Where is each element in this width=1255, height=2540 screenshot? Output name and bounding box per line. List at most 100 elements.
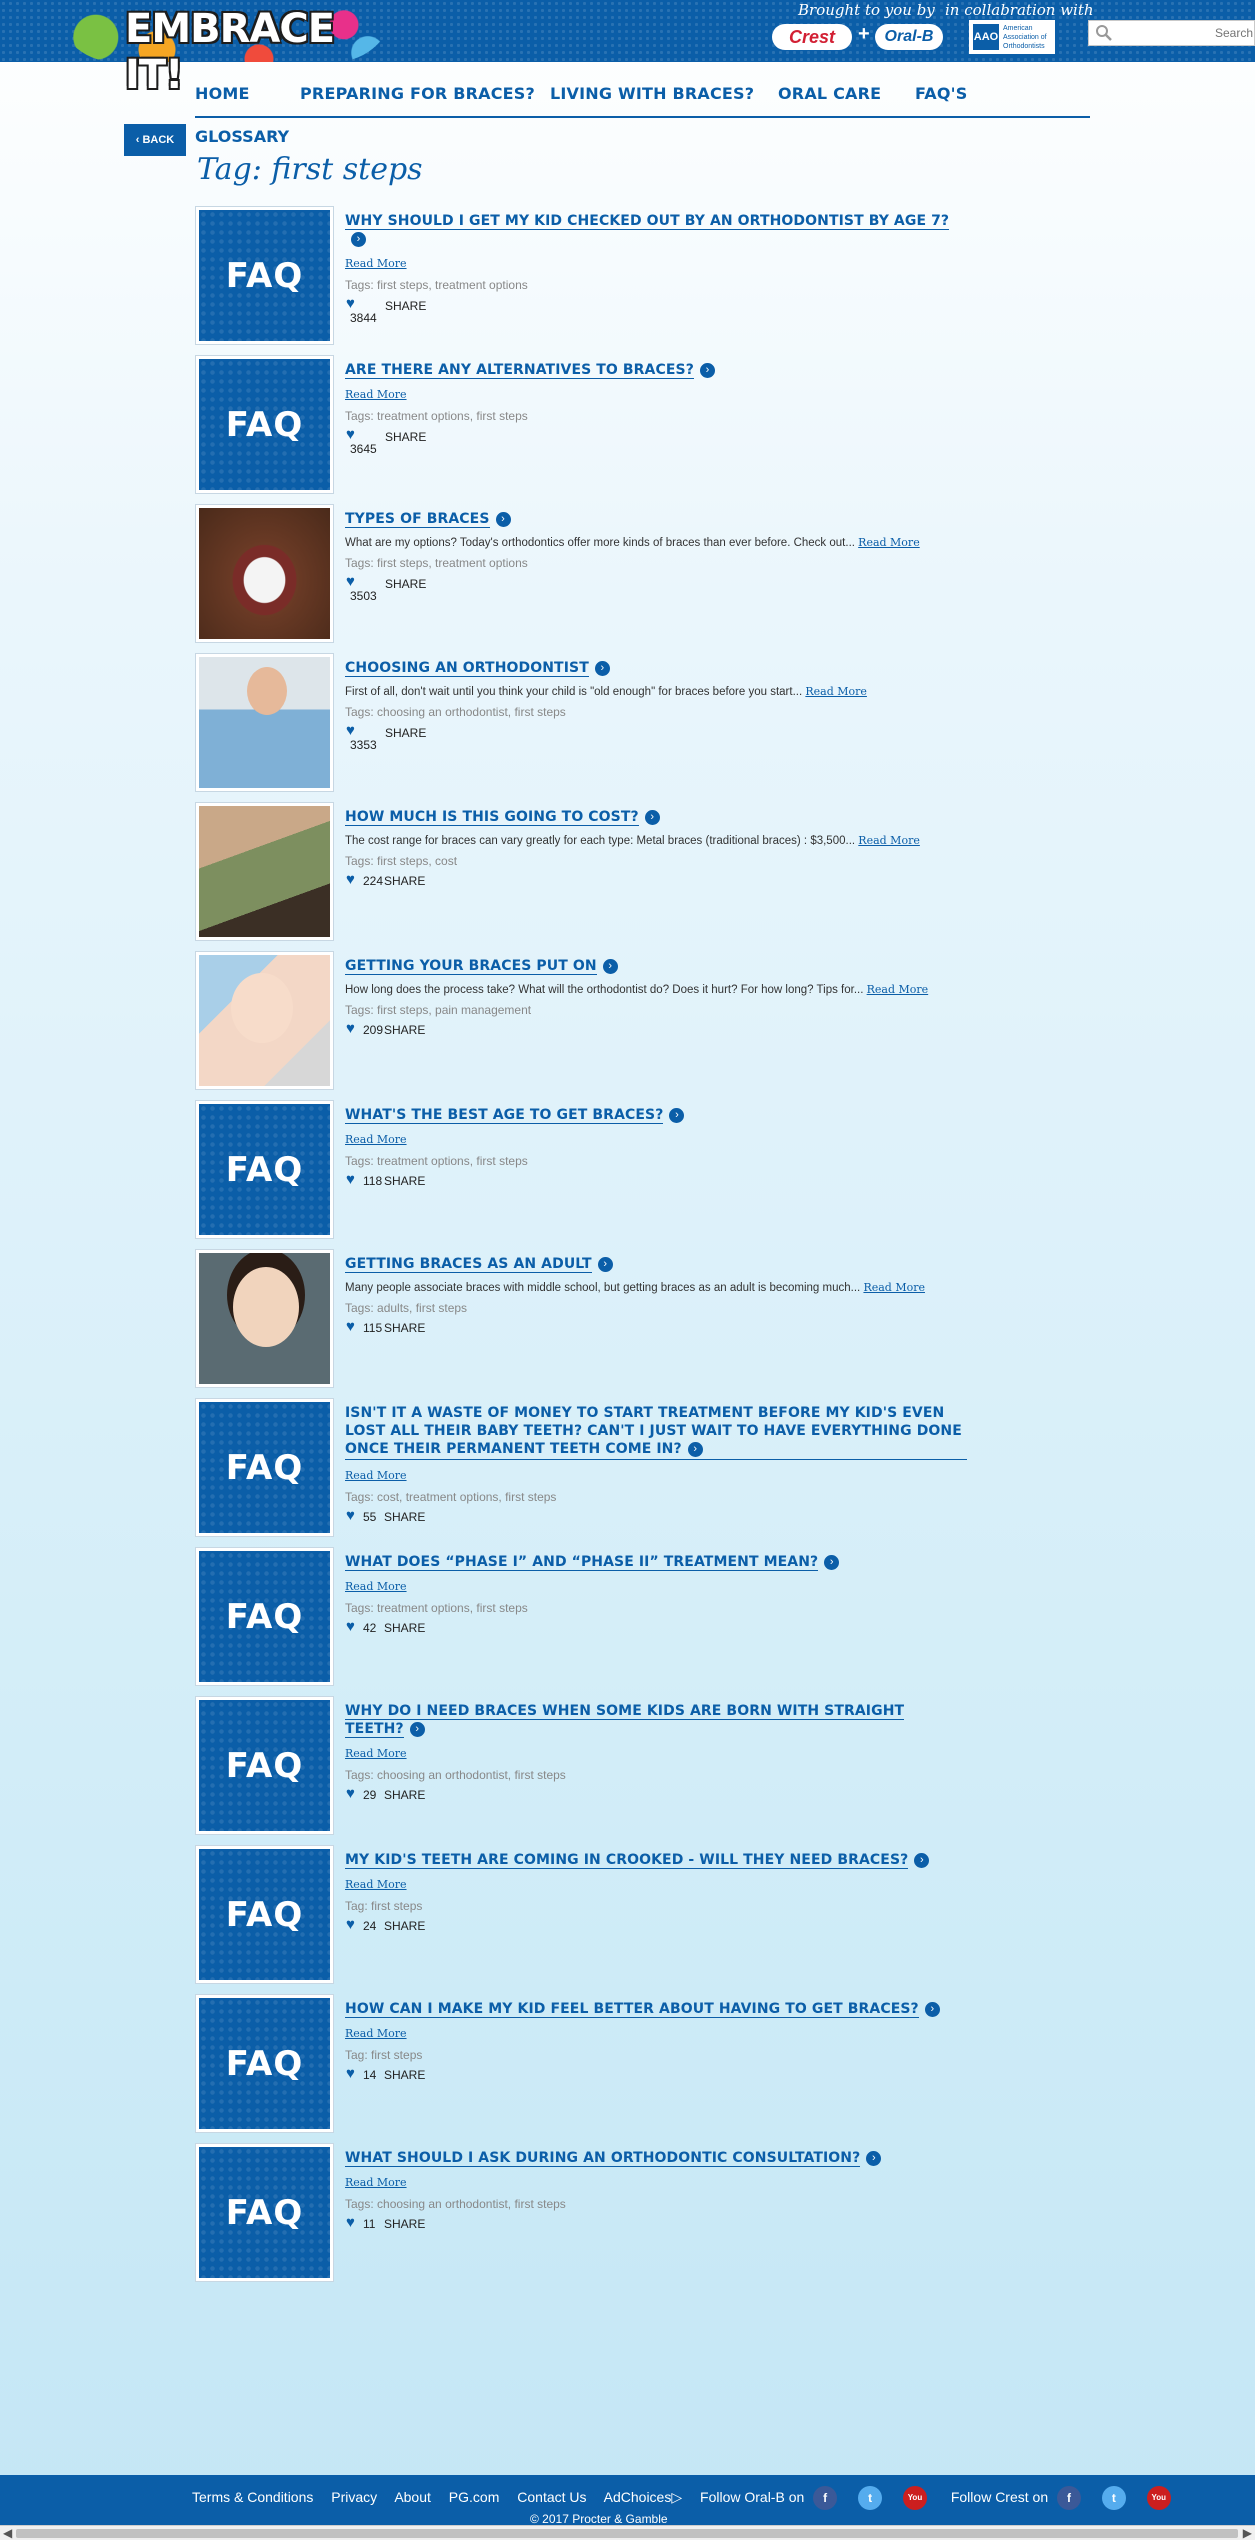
arrow-right-icon[interactable]: › <box>699 363 715 378</box>
arrow-right-icon[interactable]: › <box>597 1257 613 1272</box>
nav-living[interactable]: LIVING WITH BRACES? <box>550 84 754 103</box>
arrow-right-icon[interactable]: › <box>866 2151 882 2166</box>
item-thumbnail[interactable]: FAQ <box>195 1845 334 1984</box>
arrow-right-icon[interactable]: › <box>594 661 610 676</box>
item-title-link[interactable]: GETTING YOUR BRACES PUT ON <box>345 958 597 975</box>
item-title-link[interactable]: ARE THERE ANY ALTERNATIVES TO BRACES? <box>345 362 694 379</box>
footer-about-link[interactable]: About <box>394 2489 431 2505</box>
item-title-link[interactable]: WHAT SHOULD I ASK DURING AN ORTHODONTIC … <box>345 2150 861 2167</box>
heart-icon[interactable]: ♥ <box>346 723 355 738</box>
item-thumbnail[interactable] <box>195 802 334 941</box>
crest-twitter-icon[interactable]: t <box>1101 2486 1126 2510</box>
footer-adchoices-link[interactable]: AdChoices▷ <box>604 2489 682 2505</box>
heart-icon[interactable]: ♥ <box>346 574 355 589</box>
share-button[interactable]: SHARE <box>384 1788 425 1802</box>
arrow-right-icon[interactable]: › <box>687 1442 703 1457</box>
read-more-link[interactable]: Read More <box>345 257 407 270</box>
heart-icon[interactable]: ♥ <box>346 2215 355 2230</box>
read-more-link[interactable]: Read More <box>805 685 867 698</box>
crest-facebook-icon[interactable]: f <box>1057 2486 1081 2510</box>
share-button[interactable]: SHARE <box>385 726 426 740</box>
crest-youtube-icon[interactable]: You <box>1146 2486 1171 2510</box>
back-button[interactable]: ‹ BACK <box>124 124 186 156</box>
item-thumbnail[interactable]: FAQ <box>195 2143 334 2282</box>
heart-icon[interactable]: ♥ <box>346 1786 355 1801</box>
heart-icon[interactable]: ♥ <box>346 1319 355 1334</box>
oralb-facebook-icon[interactable]: f <box>813 2486 838 2510</box>
item-thumbnail[interactable] <box>195 1249 334 1388</box>
read-more-link[interactable]: Read More <box>345 2027 407 2040</box>
item-title-link[interactable]: WHAT'S THE BEST AGE TO GET BRACES? <box>345 1107 664 1124</box>
arrow-right-icon[interactable]: › <box>602 959 618 974</box>
item-thumbnail[interactable] <box>195 504 334 643</box>
item-title-link[interactable]: HOW CAN I MAKE MY KID FEEL BETTER ABOUT … <box>345 2001 919 2018</box>
read-more-link[interactable]: Read More <box>345 2176 407 2189</box>
oralb-youtube-icon[interactable]: You <box>902 2486 927 2510</box>
read-more-link[interactable]: Read More <box>345 1469 407 1482</box>
item-thumbnail[interactable]: FAQ <box>195 206 334 345</box>
share-button[interactable]: SHARE <box>384 874 425 888</box>
nav-home[interactable]: HOME <box>195 84 250 103</box>
footer-pg-link[interactable]: PG.com <box>449 2489 500 2505</box>
share-button[interactable]: SHARE <box>384 2217 425 2231</box>
share-button[interactable]: SHARE <box>384 1919 425 1933</box>
oralb-logo[interactable]: Oral-B <box>875 24 943 50</box>
nav-oral-care[interactable]: ORAL CARE <box>778 84 881 103</box>
scrollbar-thumb[interactable] <box>16 2529 1238 2538</box>
scroll-left-icon[interactable]: ◀ <box>3 2526 12 2540</box>
share-button[interactable]: SHARE <box>385 299 426 313</box>
share-button[interactable]: SHARE <box>385 430 426 444</box>
aao-logo[interactable]: AAO American Association of Orthodontist… <box>969 20 1055 54</box>
nav-faqs[interactable]: FAQ'S <box>915 84 968 103</box>
item-title-link[interactable]: WHAT DOES “PHASE I” AND “PHASE II” TREAT… <box>345 1554 819 1571</box>
heart-icon[interactable]: ♥ <box>346 1917 355 1932</box>
item-title-link[interactable]: MY KID'S TEETH ARE COMING IN CROOKED - W… <box>345 1852 909 1869</box>
item-title-link[interactable]: GETTING BRACES AS AN ADULT <box>345 1256 592 1273</box>
heart-icon[interactable]: ♥ <box>346 296 355 311</box>
item-thumbnail[interactable]: FAQ <box>195 1547 334 1686</box>
arrow-right-icon[interactable]: › <box>669 1108 685 1123</box>
item-thumbnail[interactable] <box>195 653 334 792</box>
item-title-link[interactable]: ISN'T IT A WASTE OF MONEY TO START TREAT… <box>345 1405 962 1457</box>
arrow-right-icon[interactable]: › <box>824 1555 840 1570</box>
arrow-right-icon[interactable]: › <box>914 1853 930 1868</box>
site-logo[interactable]: EMBRACE IT! <box>55 0 395 98</box>
scroll-right-icon[interactable]: ▶ <box>1243 2526 1252 2540</box>
share-button[interactable]: SHARE <box>384 1621 425 1635</box>
search-input[interactable] <box>1117 23 1253 43</box>
search-box[interactable] <box>1088 20 1255 46</box>
read-more-link[interactable]: Read More <box>867 983 929 996</box>
item-title-link[interactable]: WHY SHOULD I GET MY KID CHECKED OUT BY A… <box>345 213 950 230</box>
heart-icon[interactable]: ♥ <box>346 1619 355 1634</box>
nav-preparing[interactable]: PREPARING FOR BRACES? <box>300 84 535 103</box>
read-more-link[interactable]: Read More <box>345 1878 407 1891</box>
arrow-right-icon[interactable]: › <box>409 1722 425 1737</box>
horizontal-scrollbar[interactable]: ◀ ▶ <box>0 2525 1255 2540</box>
search-icon[interactable] <box>1095 24 1113 42</box>
footer-terms-link[interactable]: Terms & Conditions <box>192 2489 313 2505</box>
share-button[interactable]: SHARE <box>385 577 426 591</box>
heart-icon[interactable]: ♥ <box>346 1021 355 1036</box>
footer-contact-link[interactable]: Contact Us <box>517 2489 586 2505</box>
item-title-link[interactable]: TYPES OF BRACES <box>345 511 490 528</box>
arrow-right-icon[interactable]: › <box>924 2002 940 2017</box>
item-title-link[interactable]: CHOOSING AN ORTHODONTIST <box>345 660 589 677</box>
share-button[interactable]: SHARE <box>384 1510 425 1524</box>
oralb-twitter-icon[interactable]: t <box>858 2486 883 2510</box>
read-more-link[interactable]: Read More <box>858 834 920 847</box>
heart-icon[interactable]: ♥ <box>346 1508 355 1523</box>
read-more-link[interactable]: Read More <box>863 1281 925 1294</box>
share-button[interactable]: SHARE <box>384 1174 425 1188</box>
crest-logo[interactable]: Crest <box>772 24 852 50</box>
read-more-link[interactable]: Read More <box>345 1133 407 1146</box>
arrow-right-icon[interactable]: › <box>351 232 366 247</box>
share-button[interactable]: SHARE <box>384 1023 425 1037</box>
item-thumbnail[interactable]: FAQ <box>195 1994 334 2133</box>
read-more-link[interactable]: Read More <box>345 1747 407 1760</box>
item-thumbnail[interactable]: FAQ <box>195 1100 334 1239</box>
item-title-link[interactable]: WHY DO I NEED BRACES WHEN SOME KIDS ARE … <box>345 1703 905 1738</box>
heart-icon[interactable]: ♥ <box>346 427 355 442</box>
glossary-link[interactable]: GLOSSARY <box>195 127 289 146</box>
heart-icon[interactable]: ♥ <box>346 1172 355 1187</box>
arrow-right-icon[interactable]: › <box>644 810 660 825</box>
